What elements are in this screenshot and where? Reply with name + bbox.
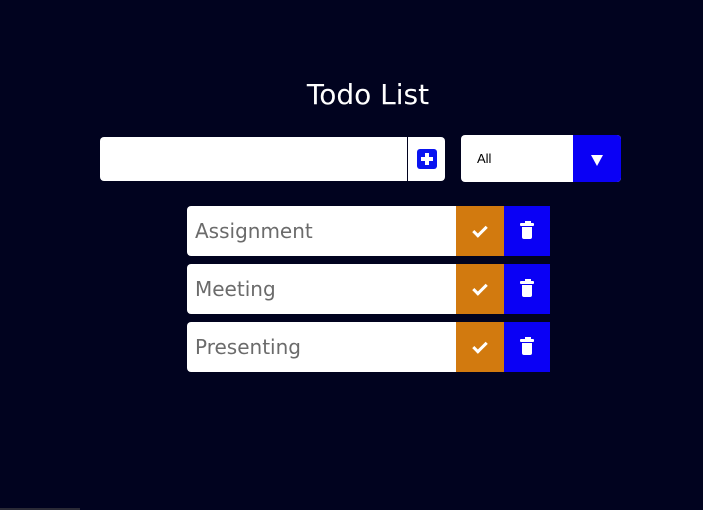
todo-item: Assignment [187,206,550,256]
add-todo-button[interactable] [408,137,445,181]
delete-button[interactable] [504,322,550,372]
todo-list: Assignment Meeting Presenting [187,206,550,380]
todo-app: Todo List All Assignment Meeting Present… [0,0,703,510]
filter-selected-value: All [477,151,492,166]
check-icon [472,221,488,238]
page-title: Todo List [306,78,430,111]
todo-text: Assignment [195,219,313,243]
todo-input[interactable] [100,137,407,181]
todo-text: Presenting [195,335,301,359]
trash-icon [520,279,534,297]
filter-dropdown-button[interactable] [573,135,621,182]
todo-text: Meeting [195,277,276,301]
caret-down-icon [591,155,603,166]
trash-icon [520,221,534,239]
filter-select[interactable]: All [461,135,621,182]
todo-item: Presenting [187,322,550,372]
complete-button[interactable] [456,322,504,372]
complete-button[interactable] [456,264,504,314]
todo-item: Meeting [187,264,550,314]
trash-icon [520,337,534,355]
check-icon [472,279,488,296]
check-icon [472,337,488,354]
delete-button[interactable] [504,264,550,314]
complete-button[interactable] [456,206,504,256]
delete-button[interactable] [504,206,550,256]
plus-square-icon [416,149,437,169]
